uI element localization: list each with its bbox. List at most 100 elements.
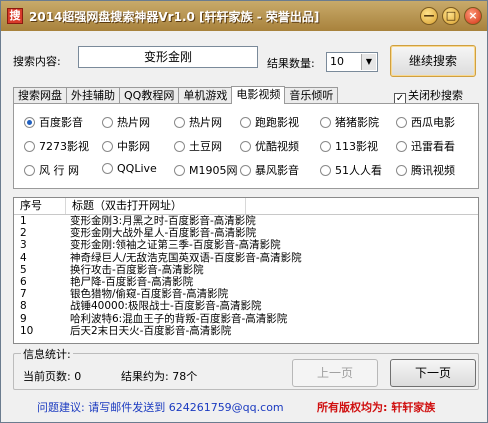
row-number: 8 (20, 300, 27, 313)
table-row[interactable]: 9 哈利波特6:混血王子的背叛-百度影音-高清影院 (14, 313, 478, 325)
copyright-text: 所有版权均为: 轩轩家族 (317, 401, 436, 414)
site-radio-label: M1905网 (189, 164, 238, 177)
site-radio-label: 7273影视 (39, 140, 89, 153)
radio-dot-icon (320, 165, 331, 176)
site-radio[interactable]: 迅雷看看 (396, 138, 455, 154)
table-row[interactable]: 3 变形金刚:领袖之证第三季-百度影音-高清影院 (14, 239, 478, 251)
table-row[interactable]: 5 换行攻击-百度影音-高清影院 (14, 264, 478, 276)
site-radio[interactable]: 51人人看 (320, 162, 382, 178)
site-radio[interactable]: 热片网 (102, 114, 150, 130)
row-number: 2 (20, 227, 27, 240)
radio-dot-icon (24, 141, 35, 152)
site-radio-label: QQLive (117, 162, 157, 175)
column-header-no[interactable]: 序号 (14, 198, 66, 214)
row-title: 变形金刚大战外星人-百度影音-高清影院 (70, 227, 257, 240)
row-title: 后天2末日天火-百度影音-高清影院 (70, 324, 232, 337)
radio-dot-icon (174, 117, 185, 128)
row-title: 哈利波特6:混血王子的背叛-百度影音-高清影院 (70, 312, 288, 325)
search-input[interactable]: 变形金刚 (78, 46, 258, 68)
site-radio[interactable]: 百度影音 (24, 114, 83, 130)
row-number: 10 (20, 324, 34, 337)
row-title: 战锤40000:极限战士-百度影音-高清影院 (70, 300, 262, 313)
row-number: 9 (20, 312, 27, 325)
tab-movies[interactable]: 电影视频 (231, 86, 286, 104)
radio-dot-icon (24, 117, 35, 128)
row-number: 7 (20, 288, 27, 301)
tab-plugins[interactable]: 外挂辅助 (66, 87, 120, 104)
results-header: 序号 标题（双击打开网址） (14, 198, 478, 215)
radio-dot-icon (240, 141, 251, 152)
table-row[interactable]: 1 变形金刚3:月黑之时-百度影音-高清影院 (14, 215, 478, 227)
table-row[interactable]: 6 艳尸降-百度影音-高清影院 (14, 276, 478, 288)
title-bar[interactable]: 搜 2014超强网盘搜索神器Vr1.0 [轩轩家族 - 荣誉出品] — □ × (1, 1, 487, 31)
search-label: 搜索内容: (13, 55, 61, 68)
next-page-button[interactable]: 下一页 (390, 359, 476, 387)
radio-dot-icon (102, 117, 113, 128)
site-radio-label: 热片网 (189, 116, 222, 129)
table-row[interactable]: 8 战锤40000:极限战士-百度影音-高清影院 (14, 300, 478, 312)
site-radio-label: 西瓜电影 (411, 116, 455, 129)
close-seconds-label: 关闭秒搜索 (408, 89, 463, 102)
tab-music[interactable]: 音乐倾听 (284, 87, 339, 104)
table-row[interactable]: 10 后天2末日天火-百度影音-高清影院 (14, 325, 478, 337)
site-radio-label: 百度影音 (39, 116, 83, 129)
radio-dot-icon (396, 117, 407, 128)
site-radio-label: 迅雷看看 (411, 140, 455, 153)
site-radio-label: 腾讯视频 (411, 164, 455, 177)
radio-dot-icon (24, 165, 35, 176)
row-title: 变形金刚3:月黑之时-百度影音-高清影院 (70, 215, 256, 227)
prev-page-button[interactable]: 上一页 (292, 359, 378, 387)
site-radio[interactable]: QQLive (102, 162, 157, 175)
row-title: 换行攻击-百度影音-高清影院 (70, 263, 204, 276)
row-number: 3 (20, 239, 27, 252)
site-radio[interactable]: 猪猪影院 (320, 114, 379, 130)
column-header-title[interactable]: 标题（双击打开网址） (66, 198, 246, 214)
site-radio[interactable]: 土豆网 (174, 138, 222, 154)
site-radio[interactable]: 西瓜电影 (396, 114, 455, 130)
tab-search-netdisk[interactable]: 搜索网盘 (13, 87, 67, 104)
table-row[interactable]: 4 神奇绿巨人/无敌浩克国英双语-百度影音-高清影院 (14, 252, 478, 264)
site-radio[interactable]: 7273影视 (24, 138, 89, 154)
row-title: 银色猎物/偷窥-百度影音-高清影院 (70, 288, 229, 301)
radio-dot-icon (396, 141, 407, 152)
site-radio[interactable]: 风 行 网 (24, 162, 79, 178)
contact-text: 问题建议: 请写邮件发送到 624261759@qq.com (37, 401, 284, 414)
table-row[interactable]: 2 变形金刚大战外星人-百度影音-高清影院 (14, 227, 478, 239)
site-radio-label: 51人人看 (335, 164, 382, 177)
app-window: 搜 2014超强网盘搜索神器Vr1.0 [轩轩家族 - 荣誉出品] — □ × … (0, 0, 488, 423)
row-number: 6 (20, 275, 27, 288)
site-radio-label: 猪猪影院 (335, 116, 379, 129)
radio-dot-icon (320, 117, 331, 128)
radio-dot-icon (174, 141, 185, 152)
stats-title: 信息统计: (21, 346, 73, 362)
radio-dot-icon (102, 163, 113, 174)
site-radio-label: 中影网 (117, 140, 150, 153)
maximize-button[interactable]: □ (442, 7, 460, 25)
row-title: 神奇绿巨人/无敌浩克国英双语-百度影音-高清影院 (70, 251, 302, 264)
results-list[interactable]: 序号 标题（双击打开网址） 1 变形金刚3:月黑之时-百度影音-高清影院 2 变形金刚… (13, 197, 479, 344)
site-radio-label: 暴风影音 (255, 164, 299, 177)
site-radio[interactable]: 中影网 (102, 138, 150, 154)
tab-single-games[interactable]: 单机游戏 (178, 87, 233, 104)
tab-qq-tutorials[interactable]: QQ教程网 (119, 87, 180, 104)
minimize-button[interactable]: — (420, 7, 438, 25)
row-number: 5 (20, 263, 27, 276)
site-radio[interactable]: 跑跑影视 (240, 114, 299, 130)
site-radio-label: 跑跑影视 (255, 116, 299, 129)
site-radio[interactable]: M1905网 (174, 162, 238, 178)
result-count-select[interactable]: 10 ▼ (326, 52, 378, 72)
chevron-down-icon[interactable]: ▼ (361, 54, 376, 70)
window-title: 2014超强网盘搜索神器Vr1.0 [轩轩家族 - 荣誉出品] (29, 9, 320, 24)
radio-dot-icon (102, 141, 113, 152)
site-radio[interactable]: 优酷视频 (240, 138, 299, 154)
site-radio[interactable]: 暴风影音 (240, 162, 299, 178)
radio-dot-icon (240, 165, 251, 176)
site-radio[interactable]: 腾讯视频 (396, 162, 455, 178)
radio-dot-icon (320, 141, 331, 152)
continue-search-button[interactable]: 继续搜索 (390, 45, 476, 77)
close-button[interactable]: × (464, 7, 482, 25)
table-row[interactable]: 7 银色猎物/偷窥-百度影音-高清影院 (14, 288, 478, 300)
site-radio[interactable]: 113影视 (320, 138, 378, 154)
tab-panel-movies: 百度影音 热片网 热片网 跑跑影视 猪猪影院 西瓜电影 7273影视 中影网 土豆网 优酷视频 11… (13, 103, 479, 189)
site-radio[interactable]: 热片网 (174, 114, 222, 130)
